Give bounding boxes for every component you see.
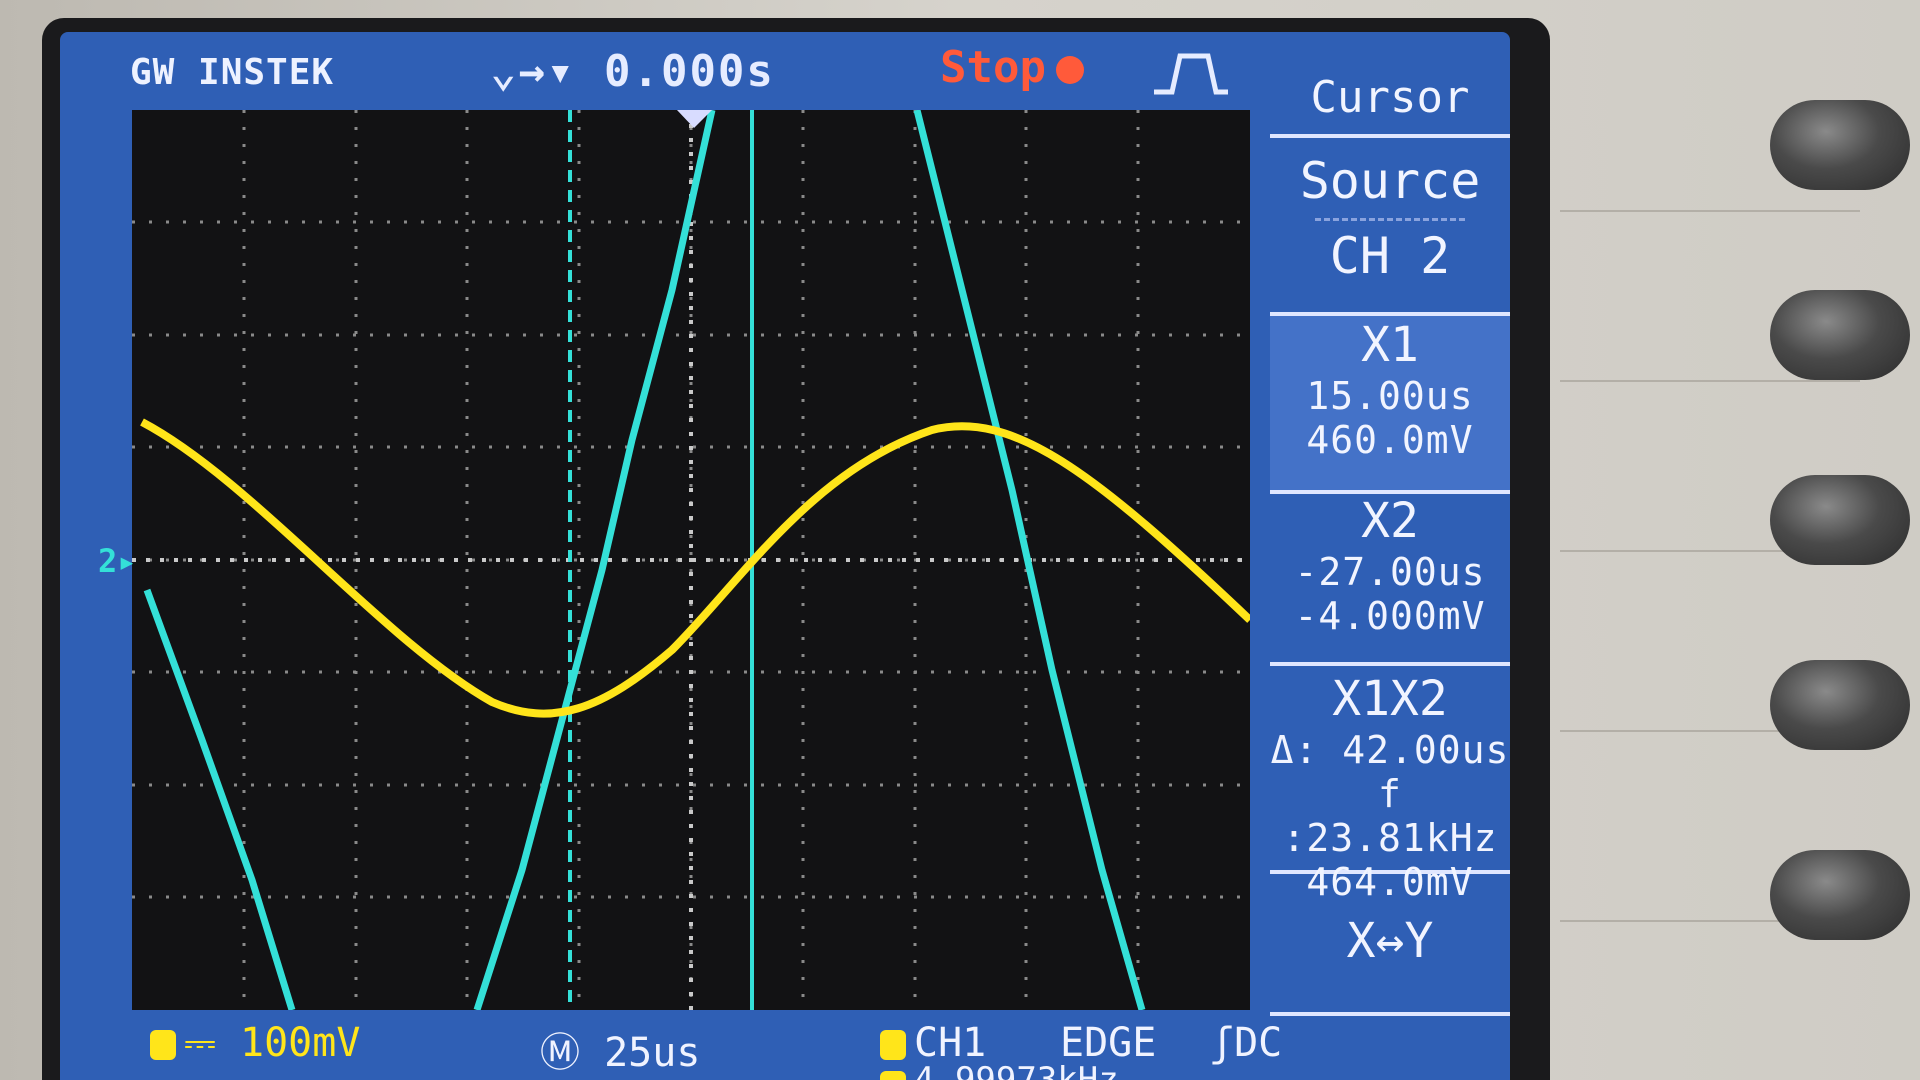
timebase-icon: Ⓜ [540,1030,605,1076]
source-label: Source [1299,152,1481,210]
menu-title: Cursor [1270,72,1510,138]
dc-coupling-icon: ⎓ [184,1020,241,1066]
x1x2-label: X1X2 [1332,671,1448,727]
rising-slope-icon: ʃ [1210,1020,1235,1066]
softkey-button-3[interactable] [1770,475,1910,565]
freq-ch1-badge-icon [880,1070,906,1080]
x1x2-frequency: f :23.81kHz [1282,772,1498,860]
source-divider [1315,218,1465,221]
waveform-display: 2▸ [98,109,1253,1012]
xy-mode-softkey[interactable]: X↔Y [1270,882,1510,1016]
bottom-status-bar: ⎓ 100mV Ⓜ 25us CH1 EDGE ʃDC 4.99973kHz [60,1012,1510,1080]
softkey-button-2[interactable] [1770,290,1910,380]
x2-label: X2 [1361,493,1419,549]
oscilloscope-screen: GW INSTEK ⌄→▾ 0.000s Stop 2▸ Cursor Sour… [60,32,1510,1080]
measured-frequency-value: 4.99973kHz [914,1060,1119,1080]
timebase: Ⓜ 25us [540,1020,700,1078]
trigger-coupling: ʃDC [1210,1020,1282,1066]
ch1-waveform [140,418,1253,718]
x2-time: -27.00us [1294,550,1486,594]
x1-label: X1 [1361,317,1419,373]
run-status-label: Stop [940,42,1046,93]
oscilloscope-device: GW INSTEK ⌄→▾ 0.000s Stop 2▸ Cursor Sour… [0,0,1920,1080]
trigger-ch1-badge-icon [880,1030,906,1060]
measured-frequency: 4.99973kHz [880,1060,1119,1080]
ch1-badge-icon [150,1030,176,1060]
softkey-panel [1560,0,1920,1080]
trigger-position: ⌄→▾ 0.000s [490,46,775,97]
xy-label: X↔Y [1346,913,1434,969]
x1-time: 15.00us [1306,374,1474,418]
x2-cursor-softkey[interactable]: X2 -27.00us -4.000mV [1270,492,1510,666]
trigger-coupling-value: DC [1234,1020,1283,1066]
trigger-marker-icon: ⌄→▾ [490,46,604,97]
softkey-button-1[interactable] [1770,100,1910,190]
x1x2-delta: Δ: 42.00us [1270,728,1510,772]
x1-cursor-softkey[interactable]: X1 15.00us 460.0mV [1270,312,1510,494]
x1-value: 460.0mV [1306,418,1474,462]
waveform-graticule [132,109,1253,1012]
timebase-value: 25us [604,1030,701,1076]
x1x2-cursor-softkey[interactable]: X1X2 Δ: 42.00us f :23.81kHz 464.0mV [1270,670,1510,904]
rising-edge-trigger-icon [1154,53,1228,95]
ch2-ground-marker: 2▸ [98,542,137,580]
softkey-button-5[interactable] [1770,850,1910,940]
source-softkey[interactable]: Source CH 2 [1270,148,1510,285]
stop-icon [1055,56,1084,84]
x2-value: -4.000mV [1294,594,1486,638]
source-value: CH 2 [1329,227,1451,285]
ch1-scale: ⎓ 100mV [150,1020,360,1066]
softkey-button-4[interactable] [1770,660,1910,750]
cursor-menu: Cursor Source CH 2 X1 15.00us 460.0mV X2… [1270,72,1510,1016]
run-status: Stop [940,42,1084,93]
brand-logo: GW INSTEK [130,52,335,93]
ch1-scale-value: 100mV [240,1020,361,1066]
trigger-position-value: 0.000s [603,46,775,97]
